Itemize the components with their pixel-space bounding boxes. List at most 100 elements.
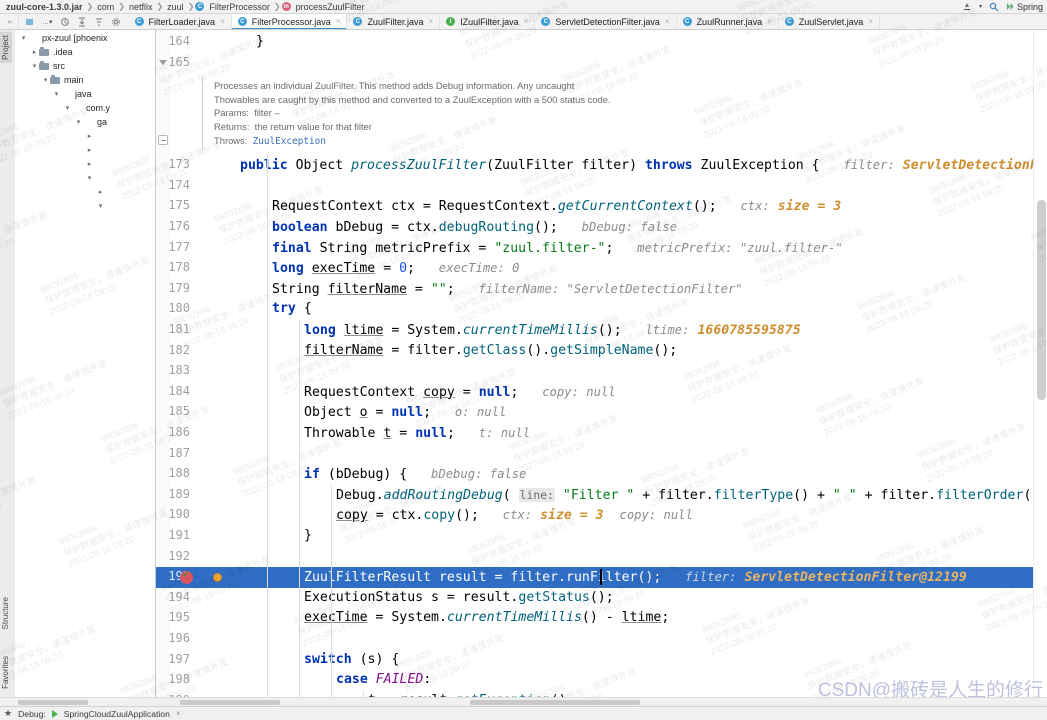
tool-window-button-structure[interactable]: Structure bbox=[0, 594, 12, 632]
java-class-icon: C bbox=[541, 17, 551, 26]
breakpoint-verified-icon[interactable] bbox=[180, 569, 193, 585]
tree-node[interactable]: ▾ java bbox=[15, 87, 155, 101]
close-icon[interactable]: × bbox=[524, 17, 529, 26]
editor-line[interactable]: 180 try { bbox=[156, 299, 1047, 320]
editor-line[interactable]: 178 long execTime = 0; execTime: 0 bbox=[156, 258, 1047, 279]
tree-node[interactable]: ▸ bbox=[15, 143, 155, 157]
editor-line[interactable]: 197 switch (s) { bbox=[156, 650, 1047, 671]
editor-line[interactable]: 187 bbox=[156, 444, 1047, 465]
step-over-icon[interactable] bbox=[94, 17, 104, 27]
chevron-down-icon[interactable]: ▾ bbox=[979, 3, 982, 10]
editor-line[interactable]: 188 if (bDebug) { bDebug: false bbox=[156, 464, 1047, 485]
run-configuration-selector[interactable]: Spring bbox=[1006, 2, 1043, 12]
editor-line[interactable]: 185 Object o = null; o: null bbox=[156, 402, 1047, 423]
breadcrumb-item-jar[interactable]: zuul-core-1.3.0.jar bbox=[3, 2, 86, 12]
editor-line[interactable]: 177 final String metricPrefix = "zuul.fil… bbox=[156, 238, 1047, 259]
editor-line[interactable]: 174 bbox=[156, 176, 1047, 197]
editor-line[interactable]: 179 String filterName = ""; filterName: "… bbox=[156, 279, 1047, 300]
mute-breakpoints-icon[interactable] bbox=[60, 17, 70, 27]
close-icon[interactable]: × bbox=[428, 17, 433, 26]
tab-servletdetectionfilter[interactable]: C ServletDetectionFilter.java × bbox=[535, 14, 677, 29]
chevron-down-icon[interactable]: ▾ bbox=[19, 34, 28, 42]
execution-point-icon bbox=[214, 574, 221, 582]
tree-node[interactable]: ▾ main bbox=[15, 73, 155, 87]
javadoc-exception-link[interactable]: ZuulException bbox=[253, 136, 326, 147]
line-number: 197 bbox=[168, 651, 190, 666]
tool-window-button-project[interactable]: Project bbox=[0, 32, 12, 63]
close-icon[interactable]: × bbox=[220, 17, 225, 26]
editor-line[interactable]: 191} bbox=[156, 526, 1047, 547]
chevron-right-icon[interactable]: ▸ bbox=[30, 48, 39, 56]
tree-node[interactable]: ▾ px-zuul [phoenix bbox=[15, 31, 155, 45]
tree-node[interactable]: ▾ bbox=[15, 199, 155, 213]
tree-node[interactable]: ▸ bbox=[15, 157, 155, 171]
chevron-down-icon[interactable]: ▾ bbox=[63, 104, 72, 112]
bookmark-star-icon[interactable]: ★ bbox=[4, 708, 12, 719]
line-number: 195 bbox=[168, 610, 190, 625]
chevron-right-icon[interactable]: ▸ bbox=[85, 146, 94, 154]
status-app-name[interactable]: SpringCloudZuulApplication bbox=[64, 709, 170, 719]
chevron-down-icon[interactable]: ▾ bbox=[85, 174, 94, 182]
chevron-down-icon[interactable]: ▾ bbox=[74, 118, 83, 126]
editor-scrollbar[interactable] bbox=[1033, 30, 1047, 706]
chevron-down-icon[interactable]: ▾ bbox=[41, 76, 50, 84]
editor-line[interactable]: 173 public Object processZuulFilter(ZuulF… bbox=[156, 155, 1047, 176]
tree-node[interactable]: ▾ src bbox=[15, 59, 155, 73]
tab-zuulfilter[interactable]: C ZuulFilter.java × bbox=[347, 14, 441, 29]
chevron-right-icon[interactable]: ▸ bbox=[85, 132, 94, 140]
breadcrumb-item-com[interactable]: com bbox=[94, 2, 117, 12]
editor-line[interactable]: 165 bbox=[156, 53, 1047, 74]
close-icon[interactable]: × bbox=[176, 709, 181, 718]
breadcrumb-item-class[interactable]: C FilterProcessor bbox=[195, 2, 273, 12]
editor-line[interactable]: 195 execTime = System.currentTimeMillis()… bbox=[156, 608, 1047, 629]
search-everywhere-icon[interactable] bbox=[989, 2, 999, 12]
editor-line[interactable]: 192 bbox=[156, 547, 1047, 568]
editor-line[interactable]: 196 bbox=[156, 629, 1047, 650]
close-icon[interactable]: × bbox=[336, 17, 341, 26]
restore-layout-icon[interactable] bbox=[25, 17, 35, 27]
code-editor[interactable]: Processes an individual ZuulFilter. This… bbox=[156, 30, 1047, 706]
tab-filterloader[interactable]: C FilterLoader.java × bbox=[128, 14, 232, 29]
close-icon[interactable]: × bbox=[767, 17, 772, 26]
chevron-down-icon[interactable]: ▾ bbox=[30, 62, 39, 70]
editor-line[interactable]: 181 long ltime = System.currentTimeMillis… bbox=[156, 320, 1047, 341]
fold-marker-icon[interactable] bbox=[158, 135, 168, 145]
editor-line[interactable]: 182 filterName = filter.getClass().getSim… bbox=[156, 341, 1047, 362]
settings-gear-icon[interactable] bbox=[111, 17, 121, 27]
breadcrumb-item-netflix[interactable]: netflix bbox=[126, 2, 156, 12]
current-execution-line[interactable]: 193ZuulFilterResult result = filter.runF… bbox=[156, 567, 1047, 588]
tree-node[interactable]: ▸ .idea bbox=[15, 45, 155, 59]
close-icon[interactable]: × bbox=[665, 17, 670, 26]
editor-line[interactable]: 164} bbox=[156, 32, 1047, 53]
tab-izuulfilter[interactable]: I IZuulFilter.java × bbox=[440, 14, 536, 29]
chevron-right-icon[interactable]: ▸ bbox=[96, 188, 105, 196]
build-icon[interactable] bbox=[962, 2, 972, 12]
breadcrumb-item-zuul[interactable]: zuul bbox=[164, 2, 187, 12]
editor-line[interactable]: 189 Debug.addRoutingDebug( line: "Filter … bbox=[156, 485, 1047, 506]
editor-line[interactable]: 175 RequestContext ctx = RequestContext.g… bbox=[156, 196, 1047, 217]
editor-line[interactable]: 184 RequestContext copy = null; copy: nul… bbox=[156, 382, 1047, 403]
chevron-down-icon[interactable]: ▾ bbox=[96, 202, 105, 210]
scrollbar-thumb[interactable] bbox=[1037, 200, 1046, 400]
tab-zuulservlet[interactable]: C ZuulServlet.java × bbox=[778, 14, 880, 29]
editor-line[interactable]: 186 Throwable t = null; t: null bbox=[156, 423, 1047, 444]
inline-debug-value: size = 3 bbox=[540, 508, 604, 524]
editor-line[interactable]: 190 copy = ctx.copy(); ctx: size = 3 copy… bbox=[156, 505, 1047, 526]
editor-line[interactable]: 194 ExecutionStatus s = result.getStatus(… bbox=[156, 588, 1047, 609]
step-into-icon[interactable] bbox=[77, 17, 87, 27]
editor-line[interactable]: 176 boolean bDebug = ctx.debugRouting(); … bbox=[156, 217, 1047, 238]
tab-zuulrunner[interactable]: C ZuulRunner.java × bbox=[676, 14, 779, 29]
breadcrumb-item-method[interactable]: m processZuulFilter bbox=[281, 2, 368, 12]
chevron-down-icon[interactable]: ▾ bbox=[52, 90, 61, 98]
tree-node[interactable]: ▾ bbox=[15, 171, 155, 185]
chevron-right-icon[interactable]: ▸ bbox=[85, 160, 94, 168]
tab-filterprocessor[interactable]: C FilterProcessor.java × bbox=[231, 14, 348, 29]
close-icon[interactable]: × bbox=[868, 17, 873, 26]
tree-node[interactable]: ▸ bbox=[15, 129, 155, 143]
editor-line[interactable]: 183 bbox=[156, 361, 1047, 382]
tree-node[interactable]: ▾ ga bbox=[15, 115, 155, 129]
tool-window-button-favorites[interactable]: Favorites bbox=[0, 653, 12, 692]
tree-node[interactable]: ▸ bbox=[15, 185, 155, 199]
tree-node[interactable]: ▾ com.y bbox=[15, 101, 155, 115]
layout-dropdown-icon[interactable]: …▾ bbox=[42, 18, 53, 26]
